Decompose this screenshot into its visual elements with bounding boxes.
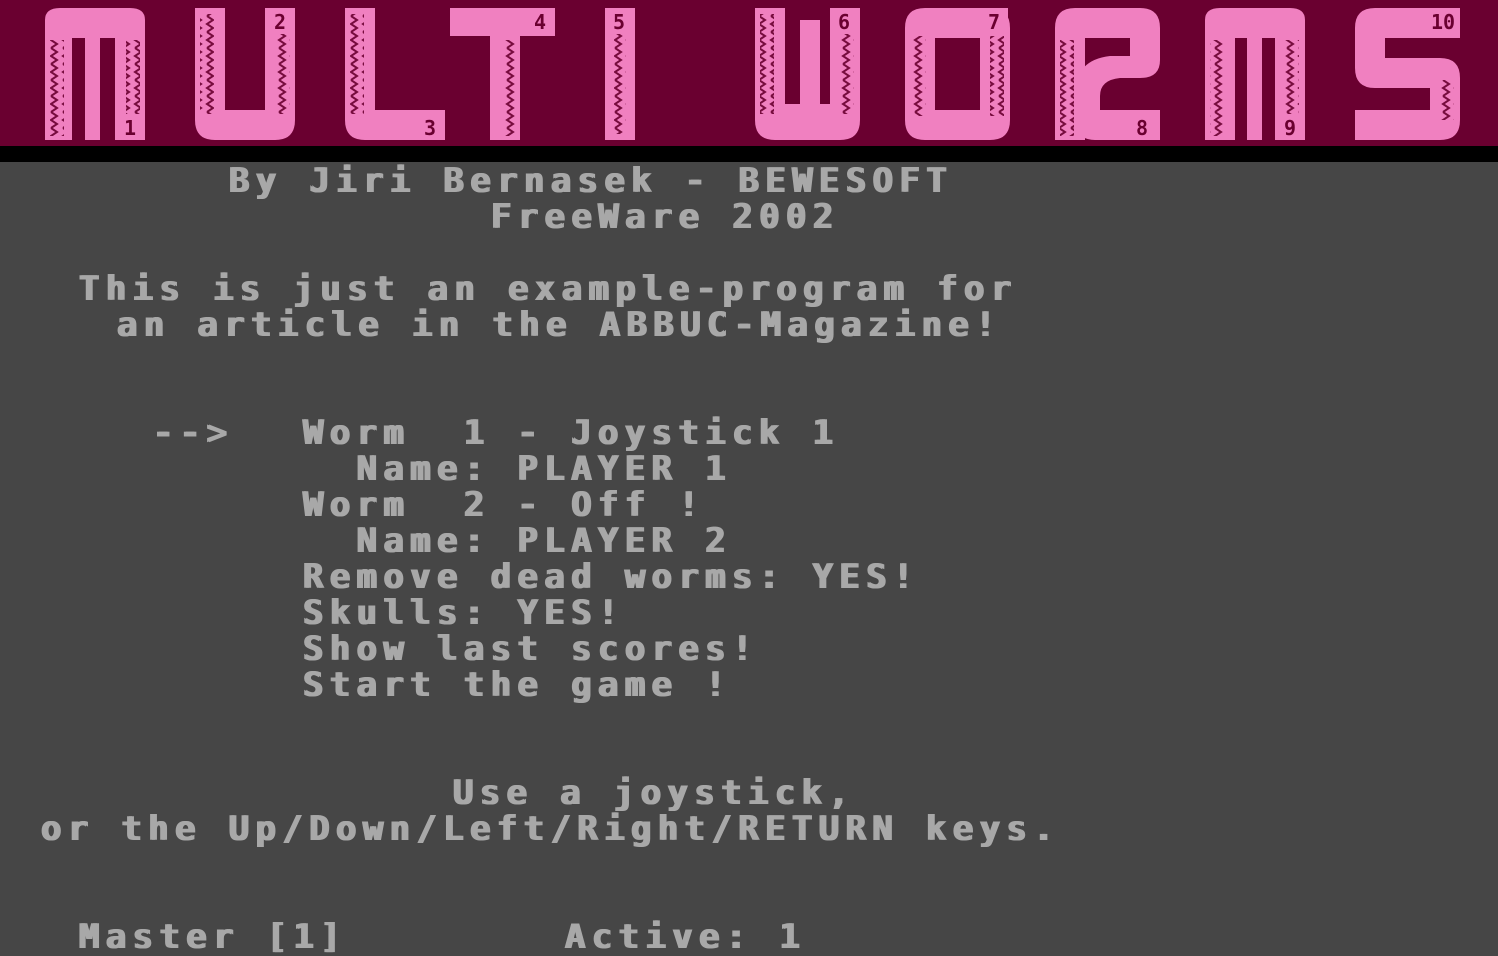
credits-author: By Jiri Bernasek - BEWESOFT xyxy=(228,161,953,201)
worm-number-4: 4 xyxy=(534,10,546,34)
status-active: Active: 1 xyxy=(564,917,806,956)
worm-number-10: 10 xyxy=(1431,10,1455,34)
menu-cursor: --> xyxy=(152,413,233,453)
worm-number-5: 5 xyxy=(613,10,625,34)
menu-item-skulls[interactable]: Skulls: YES! xyxy=(302,595,624,631)
credits-license: FreeWare 2002 xyxy=(490,197,839,237)
menu-item-show-last-scores[interactable]: Show last scores! xyxy=(302,631,758,667)
menu-item-remove-dead-worms[interactable]: Remove dead worms: YES! xyxy=(302,559,919,595)
status-master: Master [1] xyxy=(78,917,347,956)
menu-item-worm-1-name[interactable]: Name: PLAYER 1 xyxy=(302,451,731,487)
worm-number-2: 2 xyxy=(274,10,286,34)
multi-worms-logo: 1 2 3 4 5 6 7 8 9 10 xyxy=(45,8,1460,140)
worm-number-9: 9 xyxy=(1284,116,1296,140)
menu-item-start-game[interactable]: Start the game ! xyxy=(302,667,731,703)
menu-item-worm-1[interactable]: Worm 1 - Joystick 1 xyxy=(302,415,838,451)
title-banner: 1 2 3 4 5 6 7 8 9 10 xyxy=(0,0,1498,146)
menu-item-worm-2-name[interactable]: Name: PLAYER 2 xyxy=(302,523,731,559)
help-line-1: Use a joystick, xyxy=(452,773,855,813)
intro-line-1: This is just an example-program for xyxy=(78,269,1017,309)
banner-divider xyxy=(0,146,1498,162)
worm-number-6: 6 xyxy=(838,10,850,34)
worm-number-7: 7 xyxy=(988,10,1000,34)
worm-number-3: 3 xyxy=(424,116,436,140)
game-screen: 1 2 3 4 5 6 7 8 9 10 By Jiri Bernasek - … xyxy=(0,0,1498,956)
intro-line-2: an article in the ABBUC-Magazine! xyxy=(116,305,1002,345)
help-line-2: or the Up/Down/Left/Right/RETURN keys. xyxy=(40,809,1060,849)
menu-item-worm-2[interactable]: Worm 2 - Off ! xyxy=(302,487,704,523)
worm-number-1: 1 xyxy=(124,116,136,140)
worm-number-8: 8 xyxy=(1136,116,1148,140)
